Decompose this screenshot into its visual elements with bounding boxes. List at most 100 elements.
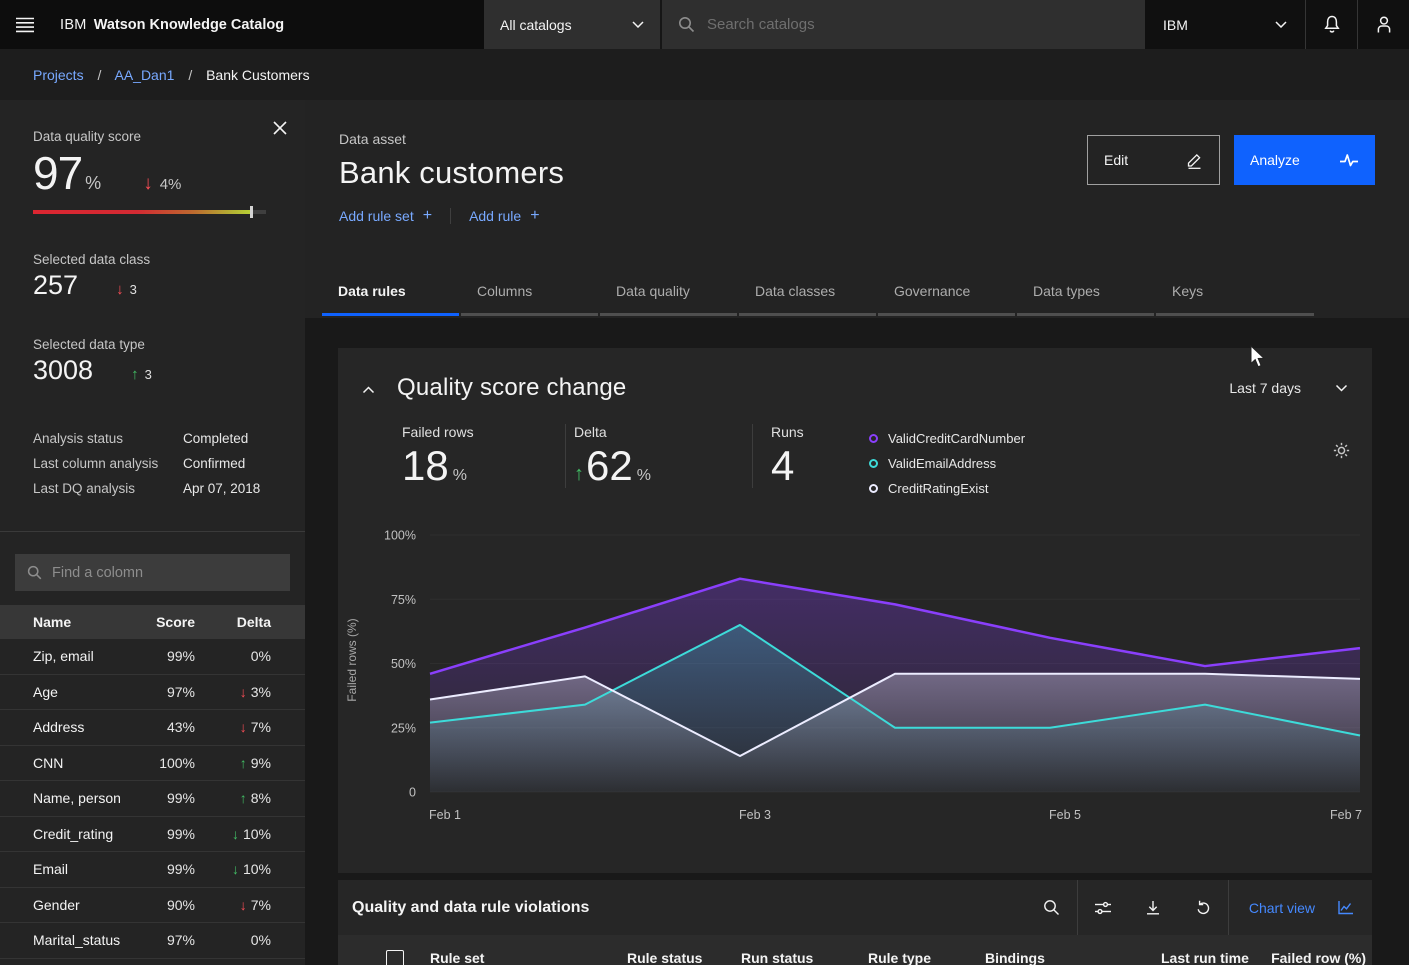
row-name: Zip, email <box>33 648 131 664</box>
metric-delta: 3 <box>130 282 137 297</box>
breadcrumb-projects-link[interactable]: Projects <box>33 67 84 83</box>
tab-data-rules[interactable]: Data rules <box>322 276 459 316</box>
edit-button[interactable]: Edit <box>1087 135 1220 185</box>
quality-score-gauge <box>33 210 266 214</box>
table-row[interactable]: Gender 90% ↓7% <box>0 888 305 924</box>
row-name: CNN <box>33 755 131 771</box>
tab-data-classes[interactable]: Data classes <box>739 276 876 316</box>
tab-governance[interactable]: Governance <box>878 276 1015 316</box>
legend-dot <box>869 434 878 443</box>
tab-data-types[interactable]: Data types <box>1017 276 1154 316</box>
table-search-button[interactable] <box>1027 880 1077 935</box>
score-delta-arrow: ↓ <box>143 173 153 195</box>
table-row[interactable]: Address1 99% 0% <box>0 959 305 965</box>
table-row[interactable]: Zip, email 99% 0% <box>0 639 305 675</box>
legend-item[interactable]: ValidEmailAddress <box>869 451 1025 476</box>
data-quality-sidebar: Data quality score 97 % ↓ 4% Selected da… <box>0 100 305 965</box>
brand-prefix: IBM <box>60 17 87 33</box>
row-score: 99% <box>131 826 195 842</box>
notifications-button[interactable] <box>1305 0 1357 49</box>
stat-failed-rows: Failed rows 18 % <box>402 424 565 488</box>
table-row[interactable]: Name, person 99% ↑8% <box>0 781 305 817</box>
close-icon <box>273 121 287 135</box>
breadcrumb: Projects / AA_Dan1 / Bank Customers <box>33 67 310 83</box>
col-header-run-status: Run status <box>741 950 813 965</box>
stat-unit: % <box>637 467 651 485</box>
sidebar-close-button[interactable] <box>269 117 291 139</box>
search-input[interactable] <box>707 16 1129 33</box>
table-row[interactable]: Email 99% ↓10% <box>0 852 305 888</box>
row-name: Credit_rating <box>33 826 131 842</box>
score-unit: % <box>85 173 101 194</box>
collapse-card-button[interactable] <box>362 386 375 394</box>
delta-arrow-icon: ↑ <box>240 755 247 771</box>
user-icon <box>1375 15 1393 34</box>
chevron-down-icon <box>1335 384 1348 392</box>
svg-text:75%: 75% <box>391 593 416 607</box>
tab-label: Keys <box>1172 283 1203 299</box>
chart-settings-button[interactable] <box>1333 442 1350 459</box>
tab-keys[interactable]: Keys <box>1156 276 1314 316</box>
header-actions: Edit Analyze <box>1087 135 1375 185</box>
chevron-up-icon <box>362 386 375 394</box>
bell-icon <box>1323 15 1341 34</box>
asset-tabs: Data rules Columns Data quality Data cla… <box>322 276 1316 316</box>
table-row[interactable]: Marital_status 97% 0% <box>0 923 305 959</box>
time-range-dropdown[interactable]: Last 7 days <box>1229 380 1348 396</box>
tab-content: Quality score change Last 7 days Failed … <box>305 318 1409 965</box>
app-brand: IBM Watson Knowledge Catalog <box>50 0 484 49</box>
score-value: 97 <box>33 150 82 196</box>
row-delta: 0% <box>195 932 271 948</box>
stat-delta: Delta ↑ 62 % <box>565 424 752 488</box>
arrow-up-icon: ↑ <box>131 366 139 383</box>
account-dropdown[interactable]: IBM <box>1145 0 1305 49</box>
select-all-checkbox[interactable] <box>386 950 404 965</box>
global-search <box>662 0 1145 49</box>
tab-label: Governance <box>894 283 970 299</box>
table-row[interactable]: Address 43% ↓7% <box>0 710 305 746</box>
detail-label: Last column analysis <box>33 456 183 471</box>
add-rule-set-link[interactable]: Add rule set + <box>339 207 432 225</box>
legend-label: CreditRatingExist <box>888 481 988 496</box>
table-row[interactable]: Credit_rating 99% ↓10% <box>0 817 305 853</box>
row-score: 99% <box>131 648 195 664</box>
hamburger-menu-button[interactable] <box>0 0 50 49</box>
download-button[interactable] <box>1128 880 1178 935</box>
tab-label: Data classes <box>755 283 835 299</box>
tab-data-quality[interactable]: Data quality <box>600 276 737 316</box>
chart-view-toggle[interactable]: Chart view <box>1229 880 1372 935</box>
arrow-down-icon: ↓ <box>116 281 124 298</box>
metric-label: Selected data class <box>33 252 272 267</box>
breadcrumb-project-link[interactable]: AA_Dan1 <box>114 67 174 83</box>
sidebar-divider <box>0 531 305 532</box>
analysis-details: Analysis statusCompleted Last column ana… <box>33 426 272 501</box>
row-delta: ↓10% <box>195 861 271 877</box>
legend-item[interactable]: ValidCreditCardNumber <box>869 426 1025 451</box>
user-avatar-button[interactable] <box>1357 0 1409 49</box>
breadcrumb-separator: / <box>97 67 101 83</box>
analyze-button[interactable]: Analyze <box>1234 135 1375 185</box>
column-header-delta: Delta <box>195 614 271 630</box>
row-score: 97% <box>131 684 195 700</box>
row-name: Age <box>33 684 131 700</box>
delta-value: 3% <box>251 684 271 700</box>
violations-toolbar: Quality and data rule violations <box>338 880 1372 935</box>
restart-icon <box>1195 900 1211 916</box>
add-rule-link[interactable]: Add rule + <box>469 207 540 225</box>
asset-header: Data asset Bank customers Add rule set +… <box>305 100 1409 318</box>
breadcrumb-current: Bank Customers <box>206 67 309 83</box>
row-score: 99% <box>131 790 195 806</box>
delta-value: 10% <box>243 826 271 842</box>
legend-item[interactable]: CreditRatingExist <box>869 476 1025 501</box>
row-name: Email <box>33 861 131 877</box>
tab-columns[interactable]: Columns <box>461 276 598 316</box>
table-row[interactable]: CNN 100% ↑9% <box>0 746 305 782</box>
filter-settings-button[interactable] <box>1078 880 1128 935</box>
table-row[interactable]: Age 97% ↓3% <box>0 675 305 711</box>
reset-refresh-button[interactable] <box>1178 880 1228 935</box>
delta-value: 7% <box>251 719 271 735</box>
catalog-dropdown[interactable]: All catalogs <box>484 0 662 49</box>
search-icon <box>678 16 695 33</box>
find-column-input[interactable] <box>52 565 278 581</box>
svg-text:25%: 25% <box>391 721 416 735</box>
